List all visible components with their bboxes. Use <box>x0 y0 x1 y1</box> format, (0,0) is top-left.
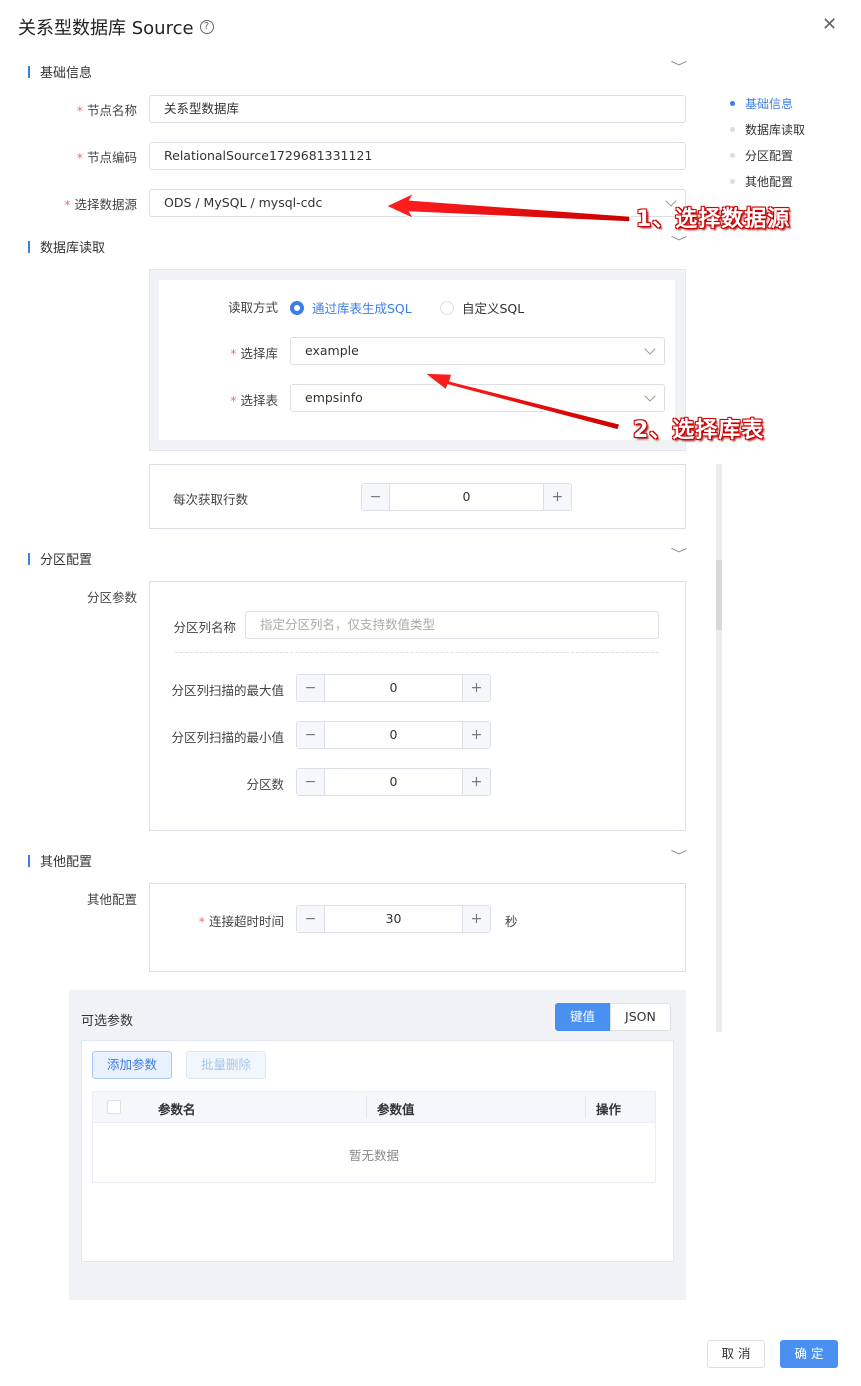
arrow-2-icon <box>421 372 621 431</box>
arrow-1-icon <box>384 191 631 223</box>
annotation-step1: 1、选择数据源 <box>636 207 791 232</box>
annotation-step2: 2、选择库表 <box>633 418 765 443</box>
